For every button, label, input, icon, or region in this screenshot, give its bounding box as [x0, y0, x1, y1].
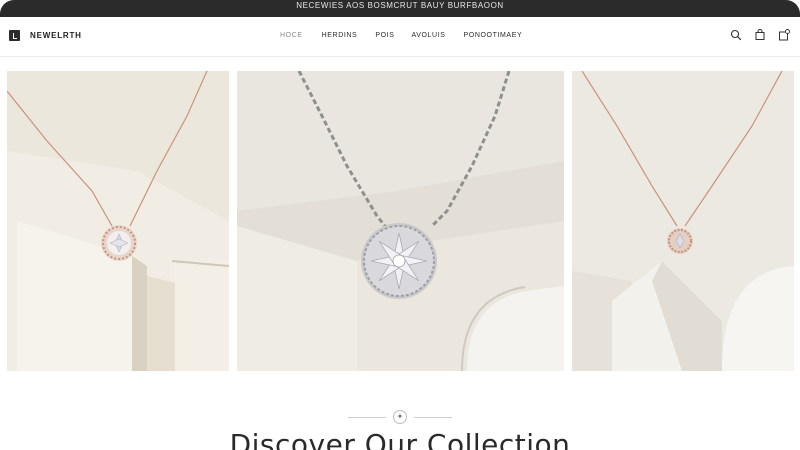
product-image-silver-pendant[interactable] [237, 71, 564, 371]
product-image-rose-pendant[interactable] [7, 71, 229, 371]
collection-heading: Discover Our Collection [229, 428, 571, 450]
header-actions [730, 28, 790, 41]
brand-logo[interactable]: NEWELRTH [9, 30, 82, 41]
logo-mark-icon [9, 30, 20, 41]
nav-item-avoluis[interactable]: AVOLUIS [411, 32, 445, 39]
ornament-icon: ✦ [393, 410, 407, 424]
pendant [667, 228, 693, 254]
nav-item-herdins[interactable]: HERDINS [322, 32, 358, 39]
nav-item-ponootimaey[interactable]: PONOOTIMAEY [464, 32, 523, 39]
section-divider: ✦ [348, 410, 452, 424]
announcement-bar: NECEWIES AOS BOSMCRUT BAUY BURFBAOON [0, 0, 800, 17]
nav-item-home[interactable]: HOCE [280, 32, 303, 39]
main-menu: HOCE HERDINS POIS AVOLUIS PONOOTIMAEY [280, 32, 522, 39]
brand-name: NEWELRTH [30, 31, 82, 40]
cart-icon[interactable] [778, 28, 790, 41]
bag-icon[interactable] [754, 28, 766, 40]
nav-item-pois[interactable]: POIS [375, 32, 394, 39]
search-icon[interactable] [730, 28, 742, 41]
top-navigation: NEWELRTH HOCE HERDINS POIS AVOLUIS PONOO… [0, 17, 800, 57]
announcement-text: NECEWIES AOS BOSMCRUT BAUY BURFBAOON [296, 1, 504, 10]
divider-line-left [348, 417, 386, 418]
pendant [101, 225, 137, 261]
divider-line-right [414, 417, 452, 418]
product-image-solitaire-pendant[interactable] [572, 71, 794, 371]
pendant [361, 223, 437, 299]
